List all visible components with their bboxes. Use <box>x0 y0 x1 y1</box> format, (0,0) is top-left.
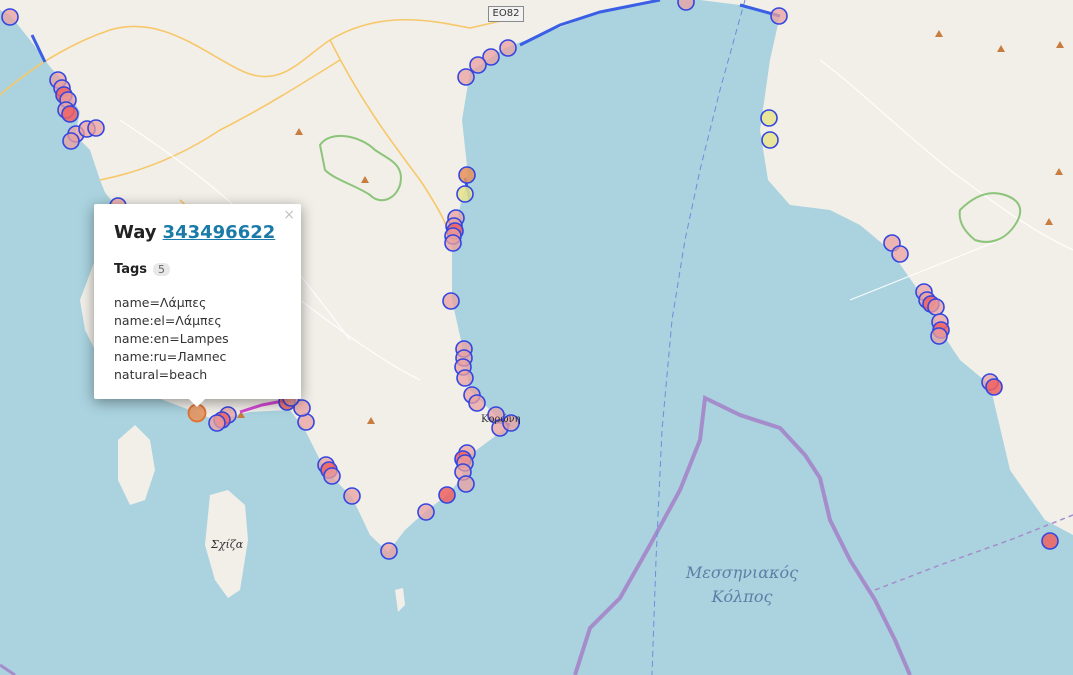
beach-marker[interactable] <box>458 166 476 184</box>
popup-tip <box>187 397 207 407</box>
sea-label-line2: Κόλπος <box>711 587 773 606</box>
beach-marker[interactable] <box>457 475 475 493</box>
tag-item: name:en=Lampes <box>114 331 229 346</box>
beach-marker[interactable] <box>438 486 456 504</box>
beach-marker[interactable] <box>891 245 909 263</box>
beach-marker[interactable] <box>343 487 361 505</box>
beach-marker[interactable] <box>469 56 487 74</box>
beach-marker[interactable] <box>208 414 226 432</box>
beach-marker[interactable] <box>62 132 80 150</box>
beach-marker[interactable] <box>985 378 1003 396</box>
feature-popup: × Way 343496622 Tags 5 name=Λάμπες name:el… <box>94 204 301 399</box>
beach-marker[interactable] <box>761 131 779 149</box>
beach-marker[interactable] <box>760 109 778 127</box>
beach-marker[interactable] <box>444 234 462 252</box>
beach-marker[interactable] <box>770 7 788 25</box>
beach-marker[interactable] <box>468 394 486 412</box>
sea-label-line1: Μεσσηνιακός <box>685 563 799 582</box>
beach-marker[interactable] <box>442 292 460 310</box>
tag-item: name:el=Λάμπες <box>114 313 222 328</box>
way-id-link[interactable]: 343496622 <box>163 222 276 243</box>
popup-title: Way 343496622 <box>114 222 275 243</box>
beach-marker[interactable] <box>930 327 948 345</box>
tag-item: name:ru=Лампес <box>114 349 227 364</box>
tag-item: natural=beach <box>114 367 208 382</box>
beach-marker[interactable] <box>417 503 435 521</box>
tags-count-badge: 5 <box>153 263 171 276</box>
town-label-koroni: Κορώνη <box>481 414 521 425</box>
road-shield-eo82: ΕΟ82 <box>488 6 524 22</box>
popup-type-label: Way <box>114 222 157 243</box>
selected-beach-marker[interactable] <box>187 403 207 423</box>
beach-marker[interactable] <box>323 467 341 485</box>
tags-heading-label: Tags <box>114 262 148 277</box>
close-icon[interactable]: × <box>283 207 295 223</box>
beach-marker[interactable] <box>61 105 79 123</box>
beach-marker[interactable] <box>1 8 19 26</box>
island-label-schiza: Σχίζα <box>211 538 244 551</box>
tags-heading: Tags 5 <box>114 262 171 277</box>
beach-marker[interactable] <box>927 298 945 316</box>
beach-marker[interactable] <box>380 542 398 560</box>
beach-marker[interactable] <box>457 68 475 86</box>
beach-marker[interactable] <box>87 119 105 137</box>
beach-marker[interactable] <box>456 369 474 387</box>
beach-marker[interactable] <box>499 39 517 57</box>
tag-item: name=Λάμπες <box>114 295 207 310</box>
beach-marker[interactable] <box>456 185 474 203</box>
sea-label-messiniakos: Μεσσηνιακός Κόλπος <box>672 561 812 609</box>
tags-list: name=Λάμπες name:el=Λάμπες name:en=Lampe… <box>114 294 229 384</box>
beach-marker[interactable] <box>1041 532 1059 550</box>
beach-marker[interactable] <box>677 0 695 11</box>
